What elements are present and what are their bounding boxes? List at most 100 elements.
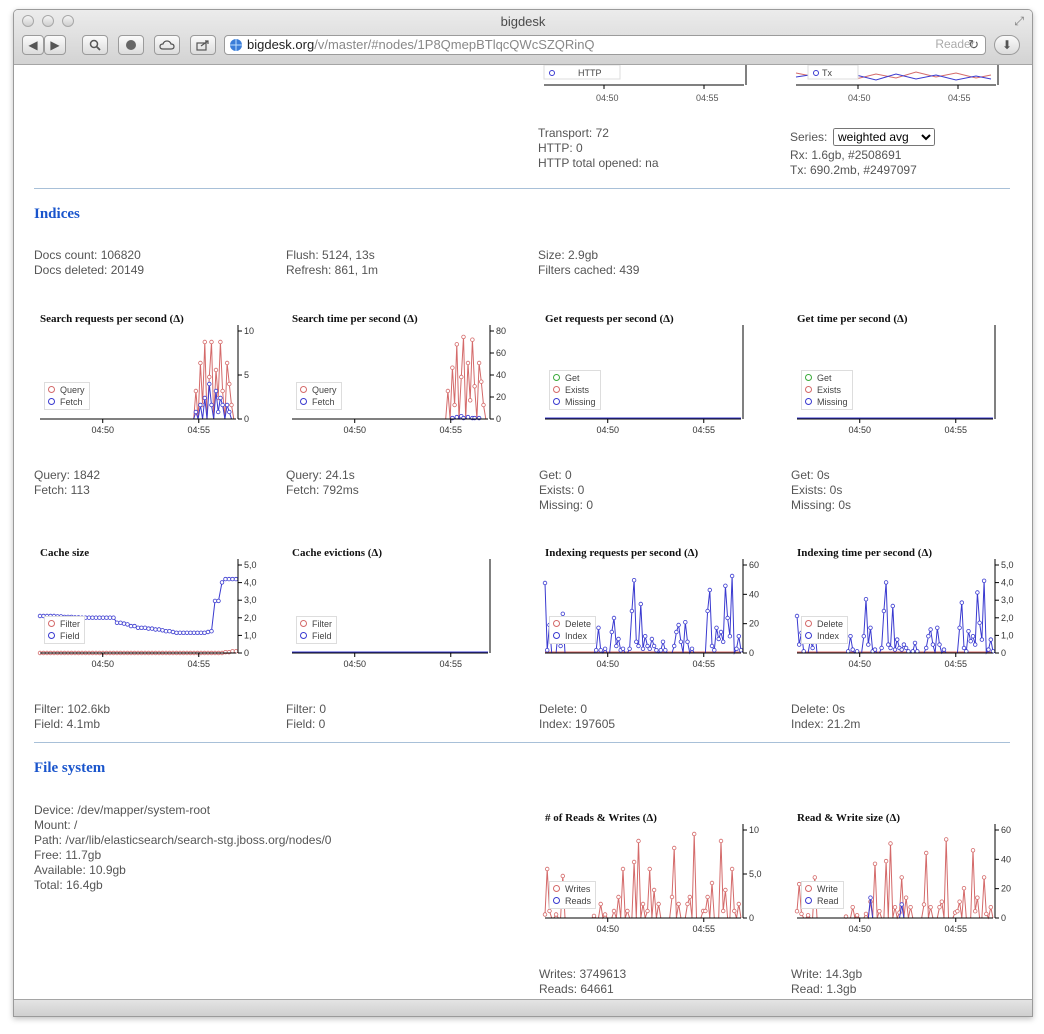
data-point xyxy=(930,642,936,647)
legend-item[interactable]: Field xyxy=(300,630,332,642)
data-point xyxy=(215,409,221,415)
stat-index-time: Index: 21.2m xyxy=(791,717,861,731)
data-point xyxy=(705,894,710,900)
share-icon xyxy=(196,40,209,51)
data-point xyxy=(104,615,109,620)
legend-item[interactable]: Exists xyxy=(805,384,848,396)
data-point xyxy=(881,608,887,614)
data-point xyxy=(687,894,692,900)
reader-button[interactable]: Reader xyxy=(924,35,986,55)
data-point xyxy=(676,622,681,628)
legend-dot-icon xyxy=(805,897,812,904)
chart-cache-size: Cache size 04:50 04:55 5,0 4,0 3,0 2,0 1,0 0 Filt… xyxy=(34,547,264,712)
legend-label: Query xyxy=(60,385,85,395)
legend-item[interactable]: Index xyxy=(805,630,843,642)
downloads-button[interactable]: ⬇ xyxy=(994,35,1020,55)
x-tick-label: 04:55 xyxy=(692,924,715,934)
data-point xyxy=(213,388,219,394)
legend-item[interactable]: Write xyxy=(805,883,839,895)
data-point xyxy=(941,647,947,652)
fs-available: Available: 10.9gb xyxy=(34,863,126,877)
legend-label: Reads xyxy=(565,896,592,906)
magnifier-icon xyxy=(89,39,101,51)
legend-item[interactable]: Fetch xyxy=(300,396,337,408)
data-point xyxy=(553,912,559,917)
y-tick-label: 3,0 xyxy=(1001,595,1014,605)
data-point xyxy=(220,402,225,408)
back-button[interactable]: ◀ xyxy=(22,35,44,55)
legend-item[interactable]: Index xyxy=(553,630,591,642)
data-point xyxy=(683,619,688,625)
address-bar[interactable]: bigdesk.org/v/master/#nodes/1P8QmepBTlqc… xyxy=(224,35,986,55)
browser-window: bigdesk ⤢ ◀ ▶ bigdesk.org/v/master/#node… xyxy=(13,9,1033,1017)
legend-item[interactable]: Get xyxy=(805,372,848,384)
data-point xyxy=(955,908,960,914)
chart-legend: Filter Field xyxy=(44,616,85,644)
data-point xyxy=(647,646,652,651)
chart-legend: Delete Index xyxy=(801,616,849,644)
data-point xyxy=(459,374,464,380)
data-point xyxy=(886,642,891,647)
x-tick-label: 04:55 xyxy=(187,425,210,435)
data-point xyxy=(647,866,652,872)
data-point xyxy=(193,388,199,394)
search-button[interactable] xyxy=(82,35,108,55)
data-point xyxy=(671,845,677,851)
forward-button[interactable]: ▶ xyxy=(44,35,66,55)
legend-item[interactable]: Delete xyxy=(805,618,843,630)
legend-item[interactable]: Field xyxy=(48,630,80,642)
data-point xyxy=(732,908,737,914)
data-point xyxy=(167,628,172,634)
data-point xyxy=(616,636,621,642)
divider-indices xyxy=(34,188,1010,189)
data-point xyxy=(899,902,904,907)
legend-item[interactable]: Read xyxy=(805,895,839,907)
data-point xyxy=(975,895,980,900)
data-point xyxy=(616,894,621,900)
privacy-button[interactable] xyxy=(118,35,144,55)
y-tick-label: 2,0 xyxy=(1001,613,1014,623)
series-select[interactable]: weighted avg xyxy=(833,128,935,146)
legend-item[interactable]: Fetch xyxy=(48,396,85,408)
legend-dot-icon xyxy=(805,398,812,405)
x-tick-label: 04:50 xyxy=(91,425,114,435)
share-button[interactable] xyxy=(190,35,216,55)
y-tick-label: 60 xyxy=(1001,825,1011,835)
data-point xyxy=(230,576,235,582)
legend-item[interactable]: Get xyxy=(553,372,596,384)
stat-filter-evictions: Filter: 0 xyxy=(286,702,327,716)
legend-item[interactable]: Missing xyxy=(553,396,596,408)
y-tick-label: 40 xyxy=(749,589,759,599)
legend-item[interactable]: Filter xyxy=(48,618,80,630)
fs-path: Path: /var/lib/elasticsearch/search-stg.… xyxy=(34,833,332,847)
legend-item[interactable]: Filter xyxy=(300,618,332,630)
y-tick-label: 5,0 xyxy=(1001,560,1014,570)
legend-item[interactable]: Reads xyxy=(553,895,591,907)
y-tick-label: 0 xyxy=(1001,648,1006,658)
data-point xyxy=(132,623,137,629)
legend-item[interactable]: Missing xyxy=(805,396,848,408)
legend-item[interactable]: Writes xyxy=(553,883,591,895)
stat-filter-size: Filter: 102.6kb xyxy=(34,702,111,716)
y-tick-label: 0 xyxy=(749,913,754,923)
cloud-button[interactable] xyxy=(154,35,180,55)
data-point xyxy=(850,904,855,910)
partial-tick-1: 04:50 xyxy=(596,93,619,103)
fullscreen-icon[interactable]: ⤢ xyxy=(1014,14,1024,29)
legend-item[interactable]: Exists xyxy=(553,384,596,396)
fs-free: Free: 11.7gb xyxy=(34,848,102,862)
legend-label: Get xyxy=(565,373,580,383)
data-point xyxy=(972,908,978,914)
legend-dot-icon xyxy=(805,620,812,627)
legend-item[interactable]: Query xyxy=(48,384,85,396)
status-bar xyxy=(14,999,1032,1016)
data-point xyxy=(174,630,179,635)
data-point xyxy=(736,901,741,907)
y-tick-label: 0 xyxy=(749,648,754,658)
legend-item[interactable]: Delete xyxy=(553,618,591,630)
legend-item[interactable]: Query xyxy=(300,384,337,396)
x-tick-label: 04:55 xyxy=(944,425,967,435)
chart-legend: Writes Reads xyxy=(549,881,597,909)
data-point xyxy=(908,904,913,910)
legend-label: Fetch xyxy=(312,397,335,407)
